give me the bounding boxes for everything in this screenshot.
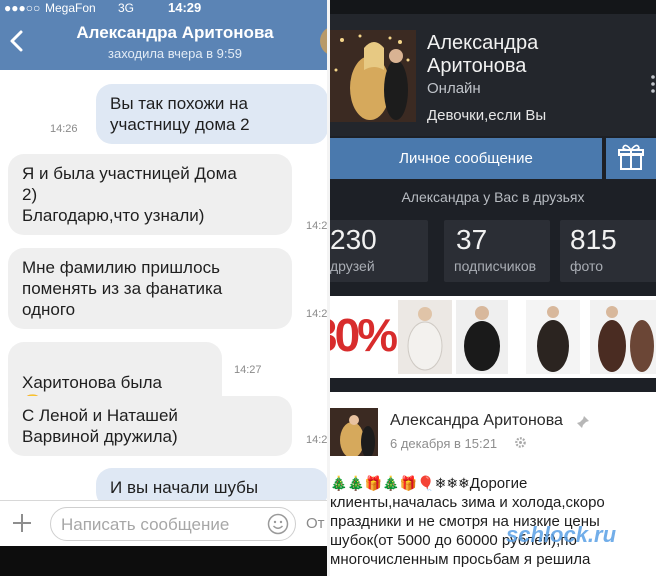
message-list: Вы так похожи на участницу дома 2 14:26 …: [0, 70, 330, 508]
smile-icon[interactable]: [267, 513, 289, 535]
photo-thumbnail[interactable]: [456, 300, 508, 374]
photo-image: [598, 306, 654, 372]
message-time: 14:27: [234, 364, 262, 376]
chat-header: Александра Аритонова заходила вчера в 9:…: [0, 16, 330, 70]
profile-screen: Александра Аритонова Онлайн Девочки,если…: [330, 0, 656, 576]
message-time: 14:2: [306, 220, 328, 232]
stat-label: фото: [570, 258, 604, 274]
network-type: 3G: [118, 1, 135, 15]
carrier-name: MegaFon: [45, 1, 96, 15]
status-time: 14:29: [168, 0, 202, 15]
pin-icon: [577, 416, 589, 428]
stat-value: 230: [330, 224, 377, 255]
bottom-black-strip: [0, 546, 330, 576]
stat-friends[interactable]: 230 друзей: [330, 220, 428, 282]
photo-image: [464, 306, 500, 371]
avatar-image: [330, 408, 378, 456]
stat-value: 815: [570, 224, 617, 255]
photo-strip: 30%: [330, 296, 656, 378]
post-author-name[interactable]: Александра Аритонова: [390, 412, 563, 430]
online-status: Онлайн: [427, 80, 481, 97]
message-input-bar: Написать сообщение От: [0, 500, 330, 546]
message-time: 14:2: [306, 308, 328, 320]
profile-name: Александра Аритонова: [427, 32, 539, 77]
status-bar: ●●●○○ MegaFon 3G 14:29: [0, 0, 330, 16]
attach-plus-icon[interactable]: [10, 511, 34, 535]
stat-value: 37: [456, 224, 488, 255]
profile-photo-image: [330, 30, 416, 122]
more-options-icon[interactable]: [648, 74, 656, 94]
post-date: 6 декабря в 15:21: [390, 436, 498, 451]
photo-thumbnail[interactable]: [526, 300, 580, 374]
signal-dots: ●●●○○: [4, 1, 41, 15]
message-text: Харитонова была: [22, 373, 162, 392]
photo-thumbnail[interactable]: [398, 300, 452, 374]
friends-status: Александра у Вас в друзьях: [401, 189, 585, 205]
message-input[interactable]: Написать сообщение: [50, 507, 296, 541]
stat-photos[interactable]: 815 фото: [560, 220, 656, 282]
message-bubble: С Леной и Наташей Варвиной дружила): [8, 396, 292, 456]
stat-followers[interactable]: 37 подписчиков: [444, 220, 550, 282]
send-button[interactable]: От: [306, 515, 325, 532]
stat-label: друзей: [330, 258, 375, 274]
status-bar: [330, 0, 656, 14]
private-message-button[interactable]: Личное сообщение: [330, 138, 602, 179]
gear-icon[interactable]: [514, 436, 527, 449]
message-bubble: Мне фамилию пришлось поменять из за фана…: [8, 248, 292, 329]
photo-thumbnail[interactable]: 30%: [330, 300, 398, 374]
message-bubble: Я и была участницей Дома 2) Благодарю,чт…: [8, 154, 292, 235]
message-time: 14:26: [50, 123, 78, 135]
sale-percent-text: 30%: [330, 309, 398, 361]
watermark-text: schlock.ru: [506, 522, 617, 547]
gift-icon: [618, 144, 644, 170]
message-input-placeholder: Написать сообщение: [61, 515, 230, 534]
profile-photo[interactable]: [330, 30, 416, 122]
chat-screen: ●●●○○ MegaFon 3G 14:29 Александра Аритон…: [0, 0, 330, 576]
wall-post: Александра Аритонова 6 декабря в 15:21 🎄…: [330, 392, 656, 576]
profile-header: Александра Аритонова Онлайн Девочки,если…: [330, 14, 656, 136]
photo-image: [537, 306, 569, 372]
message-bubble: Вы так похожи на участницу дома 2: [96, 84, 328, 144]
stat-label: подписчиков: [454, 258, 537, 274]
chat-contact-name[interactable]: Александра Аритонова: [0, 23, 330, 43]
post-emojis: 🎄🎄🎁🎄🎁🎈❄❄❄: [330, 475, 470, 491]
gift-button[interactable]: [606, 138, 656, 179]
message-time: 14:2: [306, 434, 328, 446]
photo-thumbnail[interactable]: [590, 300, 656, 374]
post-author-avatar[interactable]: [330, 408, 378, 456]
last-seen-status: заходила вчера в 9:59: [108, 46, 242, 61]
photo-image: [407, 307, 443, 371]
profile-bio: Девочки,если Вы: [427, 107, 547, 124]
